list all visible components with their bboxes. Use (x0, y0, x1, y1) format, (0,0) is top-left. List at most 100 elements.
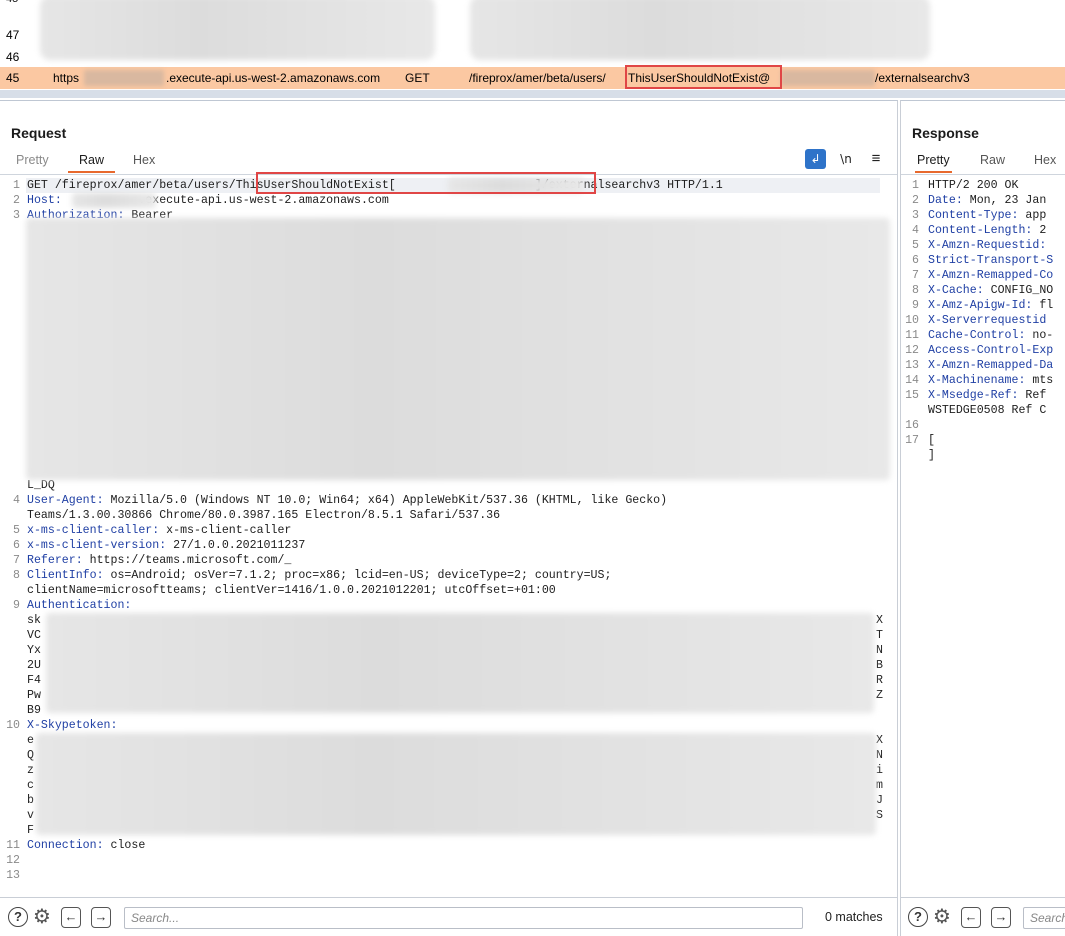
header-name: X-Skypetoken: (27, 719, 118, 732)
history-row-selected[interactable]: 45 https .execute-api.us-west-2.amazonaw… (0, 67, 1065, 89)
header-name: X-Serverrequestid (928, 314, 1047, 327)
line-number: 9 (912, 299, 919, 312)
line-tail: N (876, 749, 883, 762)
line-text: X-Cache: CONFIG_NO (928, 283, 1053, 298)
header-value: 27/1.0.0.2021011237 (166, 539, 306, 552)
row-path-prefix: /fireprox/amer/beta/users/ (469, 71, 606, 85)
horizontal-scrollbar[interactable] (0, 90, 1065, 98)
tabs-divider (901, 174, 1065, 175)
show-newlines-button[interactable]: \n (837, 149, 855, 169)
header-value: close (103, 839, 146, 852)
header-value: Ref (1018, 389, 1047, 402)
line-text: e (27, 734, 34, 747)
header-value: Mozilla/5.0 (Windows NT 10.0; Win64; x64… (103, 494, 668, 507)
help-icon[interactable]: ? (8, 907, 28, 927)
editor-line: 13 X-Amzn-Remapped-Da (901, 358, 1065, 373)
line-number: 5 (13, 524, 20, 537)
line-text: c (27, 779, 34, 792)
header-name: Authentication: (27, 599, 132, 612)
row-number: 47 (6, 28, 20, 42)
highlight-box (256, 172, 596, 194)
header-name: Connection: (27, 839, 104, 852)
tab-pretty[interactable]: Pretty (915, 151, 952, 173)
editor-line: 2 Date: Mon, 23 Jan (901, 193, 1065, 208)
next-match-icon[interactable]: → (91, 906, 111, 928)
request-toolbar: ↲ \n ≡ (0, 149, 897, 169)
line-text: B9 (27, 704, 41, 717)
line-number: 16 (905, 419, 919, 432)
tab-hex[interactable]: Hex (1034, 151, 1056, 173)
editor-line: 10 X-Skypetoken: (0, 718, 890, 733)
line-text: F (27, 824, 34, 837)
editor-line: 11 Connection: close (0, 838, 890, 853)
editor-line: 6 Strict-Transport-S (901, 253, 1065, 268)
line-text: Cache-Control: no- (928, 328, 1053, 343)
header-name: X-Amzn-Remapped-Co (928, 269, 1054, 282)
editor-line: 10 X-Serverrequestid (901, 313, 1065, 328)
line-text: Referer: https://teams.microsoft.com/_ (27, 553, 291, 568)
line-number: 7 (13, 554, 20, 567)
row-method: GET (405, 71, 430, 85)
editor-line: 13 (0, 868, 890, 883)
editor-line: 3 Content-Type: app (901, 208, 1065, 223)
redacted-skypetoken (36, 733, 876, 835)
response-panel: Response Pretty Raw Hex 1 HTTP/2 200 OK 2 D… (900, 100, 1065, 936)
redacted-host-prefix (72, 193, 156, 208)
line-number: 1 (13, 179, 20, 192)
line-number: 10 (6, 719, 20, 732)
line-text: X-Amz-Apigw-Id: fl (928, 298, 1053, 313)
header-value: fl (1032, 299, 1054, 312)
header-value: Mon, 23 Jan (962, 194, 1047, 207)
line-text: Teams/1.3.00.30866 Chrome/80.0.3987.165 … (27, 509, 501, 522)
header-name: x-ms-client-caller: (27, 524, 160, 537)
line-number: 11 (6, 839, 20, 852)
menu-icon[interactable]: ≡ (868, 149, 884, 169)
line-text: x-ms-client-version: 27/1.0.0.2021011237 (27, 538, 305, 553)
line-number: 1 (912, 179, 919, 192)
line-text: 2U (27, 659, 41, 672)
header-value: no- (1025, 329, 1054, 342)
match-count: 0 matches (825, 910, 883, 924)
prev-match-icon[interactable]: ← (61, 906, 81, 928)
editor-line: 11 Cache-Control: no- (901, 328, 1065, 343)
line-text: Authentication: (27, 598, 131, 613)
settings-icon[interactable]: ⚙ (932, 907, 952, 927)
header-name: X-Amzn-Remapped-Da (928, 359, 1054, 372)
editor-line: 9 X-Amz-Apigw-Id: fl (901, 298, 1065, 313)
header-name: X-Msedge-Ref: (928, 389, 1019, 402)
header-name: X-Amz-Apigw-Id: (928, 299, 1033, 312)
header-name: Strict-Transport-S (928, 254, 1054, 267)
header-name: Referer: (27, 554, 83, 567)
line-number: 17 (905, 434, 919, 447)
wrap-lines-icon[interactable]: ↲ (805, 149, 826, 169)
line-text: F4 (27, 674, 41, 687)
help-icon[interactable]: ? (908, 907, 928, 927)
editor-line: L_DQ (0, 478, 890, 493)
response-search-bar: ? ⚙ ← → (901, 897, 1065, 936)
line-tail: i (876, 764, 883, 777)
line-text: X-Skypetoken: (27, 718, 117, 733)
request-search-input[interactable] (124, 907, 803, 929)
response-search-input[interactable] (1023, 907, 1065, 929)
line-text: X-Amzn-Remapped-Co (928, 268, 1053, 283)
header-name: X-Cache: (928, 284, 984, 297)
header-name: x-ms-client-version: (27, 539, 167, 552)
line-number: 12 (905, 344, 919, 357)
line-text: Q (27, 749, 34, 762)
line-number: 2 (13, 194, 20, 207)
line-text: X-Serverrequestid (928, 313, 1046, 328)
request-search-bar: ? ⚙ ← → 0 matches (0, 897, 897, 936)
response-editor[interactable]: 1 HTTP/2 200 OK 2 Date: Mon, 23 Jan 3 Content… (901, 176, 1065, 896)
next-match-icon[interactable]: → (991, 906, 1011, 928)
tab-raw[interactable]: Raw (980, 151, 1005, 173)
header-value: x-ms-client-caller (159, 524, 292, 537)
editor-line: 12 Access-Control-Exp (901, 343, 1065, 358)
line-number: 10 (905, 314, 919, 327)
settings-icon[interactable]: ⚙ (32, 907, 52, 927)
editor-line: 6 x-ms-client-version: 27/1.0.0.202101123… (0, 538, 890, 553)
line-number: 5 (912, 239, 919, 252)
line-text: L_DQ (27, 479, 55, 492)
line-text: Access-Control-Exp (928, 343, 1053, 358)
prev-match-icon[interactable]: ← (961, 906, 981, 928)
header-name: X-Amzn-Requestid: (928, 239, 1047, 252)
